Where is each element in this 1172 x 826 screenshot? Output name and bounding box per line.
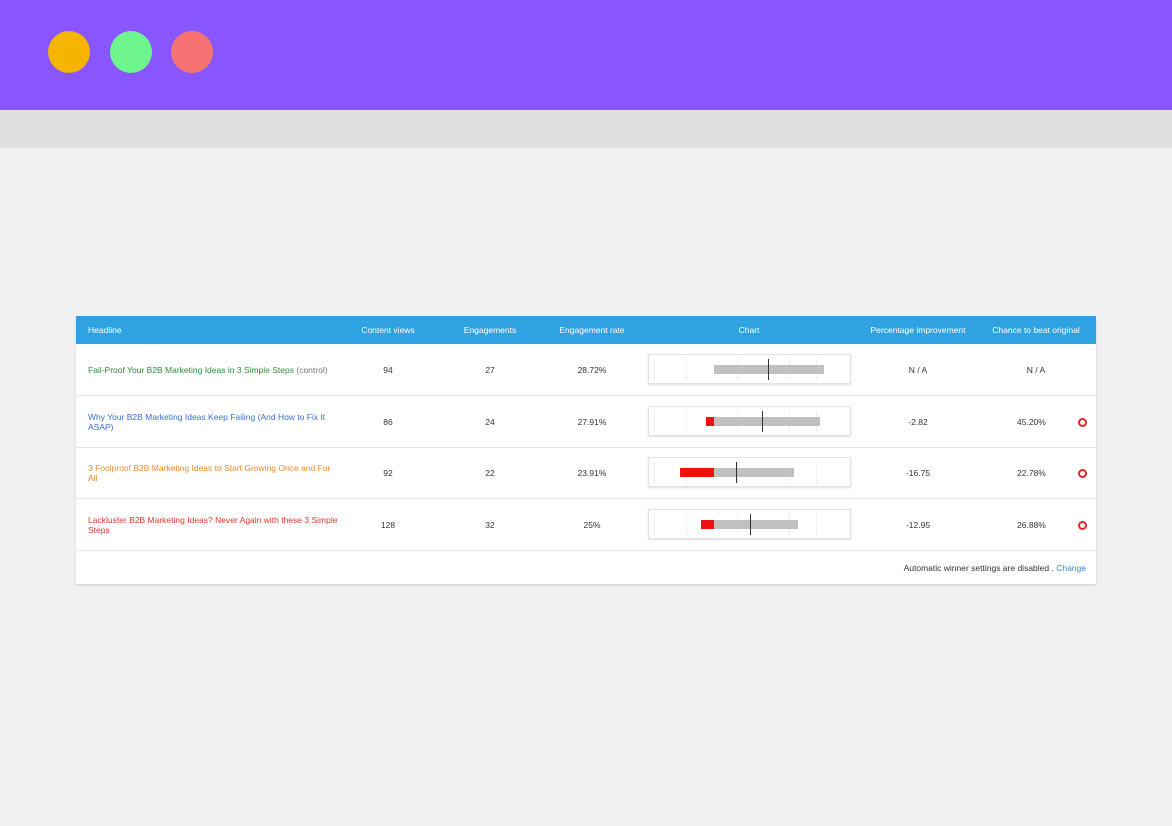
- maximize-dot-icon[interactable]: [110, 31, 152, 73]
- below-control-bar: [706, 417, 714, 426]
- chart-gridline: [686, 411, 687, 432]
- red-circle-icon[interactable]: [1078, 520, 1087, 530]
- chart-gridline: [654, 514, 655, 535]
- engagements-value: 32: [485, 519, 495, 530]
- red-circle-icon[interactable]: [1078, 468, 1087, 478]
- engagement-rate-value: 25%: [583, 519, 601, 530]
- table-row-variant: Lackluster B2B Marketing Ideas? Never Ag…: [76, 499, 1096, 551]
- headline-text: Lackluster B2B Marketing Ideas? Never Ag…: [88, 514, 338, 535]
- engagements-value: 22: [485, 467, 495, 478]
- table-row-variant: 3 Foolproof B2B Marketing Ideas to Start…: [76, 447, 1096, 499]
- mean-marker: [750, 514, 751, 535]
- percentage-improvement-value: -2.82: [908, 416, 928, 427]
- chart-gridline: [816, 462, 817, 483]
- confidence-chart: [648, 457, 851, 487]
- red-circle-icon[interactable]: [1078, 417, 1087, 427]
- engagements-value: 27: [485, 364, 495, 375]
- column-header-percentage-improvement: Percentage improvement: [870, 325, 966, 335]
- column-header-engagement-rate: Engagement rate: [559, 325, 625, 335]
- chart-gridline: [816, 514, 817, 535]
- chart-gridline: [654, 359, 655, 380]
- chance-to-beat-value: N / A: [1026, 364, 1046, 375]
- table-row-control: Fail-Proof Your B2B Marketing Ideas in 3…: [76, 344, 1096, 396]
- chart-gridline: [654, 411, 655, 432]
- table-footer: Automatic winner settings are disabled .…: [76, 551, 1096, 584]
- content-views-value: 92: [383, 467, 393, 478]
- confidence-range-bar: [713, 520, 798, 529]
- engagements-value: 24: [485, 416, 495, 427]
- mean-marker: [762, 411, 763, 432]
- chart-gridline: [654, 462, 655, 483]
- column-header-chance-to-beat-original: Chance to beat original: [992, 325, 1080, 335]
- chance-to-beat-value: 22.78%: [1017, 467, 1046, 478]
- control-tag: (control): [296, 364, 328, 375]
- column-header-content-views: Content views: [361, 325, 415, 335]
- mean-marker: [768, 359, 769, 380]
- headline-text: 3 Foolproof B2B Marketing Ideas to Start…: [88, 462, 331, 483]
- percentage-improvement-value: -12.95: [905, 519, 931, 530]
- engagement-rate-value: 27.91%: [577, 416, 607, 427]
- headline-text: Why Your B2B Marketing Ideas Keep Failin…: [88, 411, 326, 432]
- chart-gridline: [686, 514, 687, 535]
- confidence-chart: [648, 406, 851, 436]
- engagement-rate-value: 28.72%: [577, 364, 607, 375]
- chance-to-beat-value: 45.20%: [1017, 416, 1046, 427]
- confidence-range-bar: [713, 417, 820, 426]
- column-header-engagements: Engagements: [463, 325, 517, 335]
- close-dot-icon[interactable]: [171, 31, 213, 73]
- table-header: Headline Content views Engagements Engag…: [76, 316, 1096, 344]
- window-titlebar: [0, 0, 1172, 110]
- percentage-improvement-value: N / A: [908, 364, 928, 375]
- chance-to-beat-value: 26.88%: [1017, 519, 1046, 530]
- window-toolbar: [0, 110, 1172, 148]
- confidence-chart: [648, 354, 851, 384]
- column-header-chart: Chart: [738, 325, 760, 335]
- content-views-value: 94: [383, 364, 393, 375]
- headline-text: Fail-Proof Your B2B Marketing Ideas in 3…: [88, 365, 338, 375]
- table-row-variant: Why Your B2B Marketing Ideas Keep Failin…: [76, 396, 1096, 448]
- below-control-bar: [701, 520, 714, 529]
- confidence-range-bar: [713, 468, 794, 477]
- below-control-bar: [680, 468, 714, 477]
- content-views-value: 86: [383, 416, 393, 427]
- mean-marker: [736, 462, 737, 483]
- change-settings-link[interactable]: Change: [1056, 563, 1086, 573]
- percentage-improvement-value: -16.75: [905, 467, 931, 478]
- chart-gridline: [686, 359, 687, 380]
- winner-settings-note: Automatic winner settings are disabled .…: [904, 563, 1086, 573]
- minimize-dot-icon[interactable]: [48, 31, 90, 73]
- engagement-rate-value: 23.91%: [577, 467, 607, 478]
- ab-test-results-panel: Headline Content views Engagements Engag…: [76, 316, 1096, 584]
- confidence-chart: [648, 509, 851, 539]
- headline-label: Fail-Proof Your B2B Marketing Ideas in 3…: [88, 364, 294, 375]
- content-views-value: 128: [380, 519, 396, 530]
- confidence-range-bar: [714, 365, 824, 374]
- winner-settings-text: Automatic winner settings are disabled .: [903, 562, 1054, 573]
- column-header-headline: Headline: [88, 325, 122, 335]
